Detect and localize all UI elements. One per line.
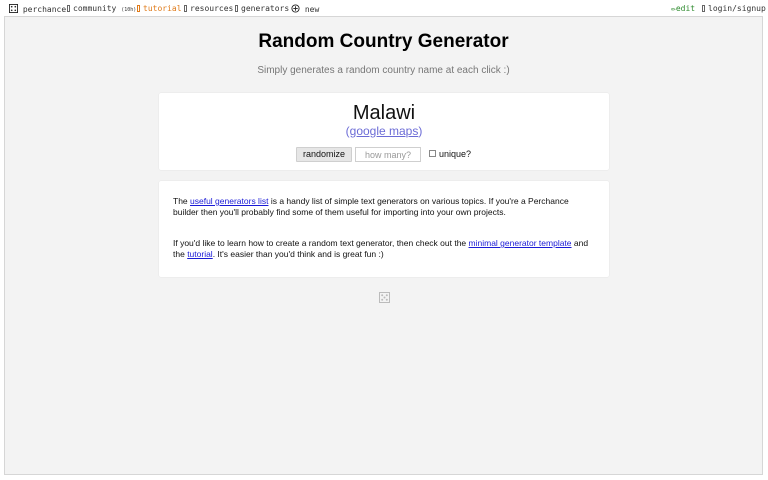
info-paragraph-2: If you'd like to learn how to create a r… [173, 238, 593, 260]
nav-tutorial-label: tutorial [143, 4, 182, 13]
info-card: The useful generators list is a handy li… [159, 181, 609, 277]
nav-perchance-label: perchance [22, 5, 67, 14]
login-icon [702, 5, 705, 12]
community-count: (10h) [121, 7, 137, 13]
nav-resources-label: resources [190, 4, 234, 13]
result-output: Malawi [352, 102, 416, 124]
footer-dice-icon[interactable] [379, 292, 390, 303]
p1-text-before: The [173, 196, 191, 206]
tutorial-link[interactable]: tutorial [187, 249, 213, 259]
nav-resources[interactable]: resources [184, 4, 233, 14]
nav-new[interactable]: new [291, 4, 319, 15]
resources-icon [184, 5, 187, 12]
useful-generators-link[interactable]: useful generators list [190, 196, 268, 206]
community-icon [67, 5, 70, 12]
info-paragraph-1: The useful generators list is a handy li… [173, 196, 593, 218]
maps-close-paren: ) [418, 124, 423, 138]
minimal-template-link[interactable]: minimal generator template [469, 238, 572, 248]
how-many-input[interactable] [355, 147, 421, 162]
randomize-button[interactable]: randomize [296, 147, 352, 162]
page-title: Random Country Generator [258, 31, 509, 52]
nav-perchance[interactable]: perchance [9, 4, 66, 15]
p2-text-after: . It's easier than you'd think and is gr… [212, 249, 384, 259]
unique-checkbox[interactable] [429, 150, 436, 157]
nav-generators-label: generators [241, 4, 290, 13]
maps-line: (google maps) [159, 124, 609, 138]
nav-edit[interactable]: ✏edit [671, 4, 695, 14]
nav-generators[interactable]: generators [235, 4, 289, 14]
tutorial-icon [137, 5, 140, 12]
p2-text-before: If you'd like to learn how to create a r… [173, 238, 469, 248]
page-subtitle: Simply generates a random country name a… [257, 65, 510, 76]
nav-login[interactable]: login/signup [702, 4, 766, 14]
plus-circle-icon [291, 4, 300, 13]
nav-edit-label: edit [675, 4, 696, 13]
nav-community-label: community [73, 4, 117, 13]
unique-label[interactable]: unique? [439, 149, 471, 159]
nav-login-label: login/signup [708, 4, 766, 13]
top-nav: perchance community (10h) tutorial resou… [0, 0, 768, 16]
generators-icon [235, 5, 238, 12]
nav-tutorial[interactable]: tutorial [137, 4, 182, 14]
generator-frame: Random Country Generator Simply generate… [4, 16, 763, 475]
dice-icon [9, 4, 18, 13]
nav-new-label: new [304, 5, 320, 14]
nav-community[interactable]: community (10h) [67, 4, 136, 15]
result-card: Malawi (google maps) randomize unique? [159, 93, 609, 170]
google-maps-link[interactable]: google maps [350, 124, 419, 138]
